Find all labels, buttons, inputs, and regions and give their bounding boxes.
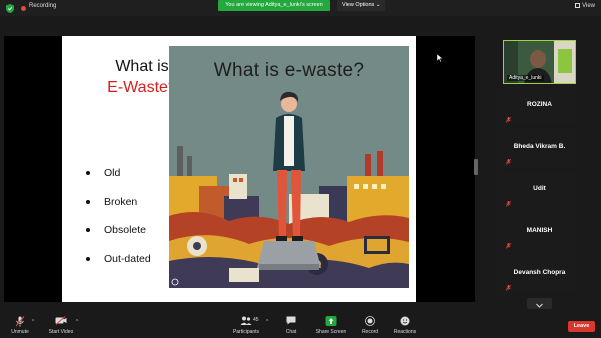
- scroll-participants-down-button[interactable]: [527, 298, 552, 309]
- start-video-button[interactable]: Start Video: [46, 313, 76, 338]
- participant-name: Devansh Chopra: [513, 269, 566, 276]
- illustration-title: What is e-waste?: [213, 60, 365, 81]
- presentation-slide: What is E-Waste? Old Broken Obsolete Out…: [62, 36, 416, 302]
- view-options-button[interactable]: View Options ⌄: [337, 0, 386, 11]
- view-label: View: [582, 3, 595, 9]
- self-video-name: Aditya_e_lunki: [507, 75, 544, 81]
- meeting-top-bar: Recording You are viewing Aditya_e_lunki…: [0, 0, 601, 16]
- share-screen-icon: [325, 316, 337, 326]
- slide-bullet-list: Old Broken Obsolete Out-dated: [84, 166, 151, 280]
- participant-tile[interactable]: ROZINA: [503, 86, 576, 126]
- video-options-caret-icon[interactable]: ^: [76, 319, 78, 325]
- mouse-pointer-icon: [437, 54, 443, 62]
- participant-tile[interactable]: Udit: [503, 170, 576, 210]
- participant-tile[interactable]: Bheda Vikram B.: [503, 128, 576, 168]
- bullet-item: Broken: [84, 195, 151, 224]
- smiley-reaction-icon: [400, 316, 410, 326]
- leave-meeting-button[interactable]: Leave: [568, 321, 595, 332]
- muted-mic-icon: [506, 159, 511, 165]
- audio-options-caret-icon[interactable]: ^: [32, 319, 34, 325]
- reactions-label: Reactions: [393, 329, 417, 335]
- slide-heading-ewaste: E-Waste: [107, 79, 168, 96]
- bullet-item: Old: [84, 166, 151, 195]
- viewing-screen-banner: You are viewing Aditya_e_lunki's screen: [218, 0, 330, 11]
- participant-name: Udit: [533, 185, 546, 192]
- bullet-item: Obsolete: [84, 223, 151, 252]
- participants-options-caret-icon[interactable]: ^: [266, 319, 268, 325]
- start-video-label: Start Video: [48, 329, 74, 335]
- participant-name: ROZINA: [527, 101, 552, 108]
- participants-icon: [240, 316, 252, 325]
- muted-mic-icon: [506, 201, 511, 207]
- participants-count: 45: [253, 317, 259, 323]
- share-screen-button[interactable]: Share Screen: [315, 313, 347, 338]
- muted-mic-icon: [506, 117, 511, 123]
- video-off-icon: [55, 316, 67, 325]
- grid-view-icon: [575, 3, 581, 8]
- meeting-toolbar: Unmute ^ Start Video ^ Participants 45 ^…: [0, 313, 601, 338]
- chat-label: Chat: [285, 329, 297, 335]
- share-screen-label: Share Screen: [315, 329, 347, 335]
- chat-bubble-icon: [286, 316, 296, 325]
- recording-label: Recording: [29, 3, 57, 9]
- recording-dot-icon: [21, 6, 26, 11]
- record-label: Record: [361, 329, 379, 335]
- chevron-down-icon: ⌄: [375, 2, 381, 8]
- participant-tile[interactable]: Devansh Chopra: [503, 254, 576, 294]
- unmute-label: Unmute: [11, 329, 29, 335]
- record-button[interactable]: Record: [359, 313, 381, 338]
- self-video-tile[interactable]: Aditya_e_lunki: [503, 40, 576, 84]
- muted-mic-icon: [506, 243, 511, 249]
- participant-name: MANISH: [526, 227, 553, 234]
- participant-tile[interactable]: MANISH: [503, 212, 576, 252]
- unmute-button[interactable]: Unmute: [8, 313, 32, 338]
- view-options-label: View Options: [342, 2, 375, 8]
- bullet-item: Out-dated: [84, 252, 151, 281]
- panel-resize-handle[interactable]: [474, 159, 478, 175]
- muted-mic-icon: [506, 285, 511, 291]
- reactions-button[interactable]: Reactions: [391, 313, 419, 338]
- record-icon: [365, 316, 375, 326]
- view-button[interactable]: View: [575, 3, 595, 9]
- muted-microphone-icon: [15, 316, 25, 327]
- chevron-down-icon: [536, 303, 543, 308]
- participants-label: Participants: [232, 329, 260, 335]
- security-shield-icon[interactable]: [6, 4, 14, 13]
- ewaste-scene-image: [169, 46, 409, 288]
- chat-button[interactable]: Chat: [280, 313, 302, 338]
- ewaste-illustration: What is e-waste?: [169, 46, 409, 288]
- participant-name: Bheda Vikram B.: [513, 143, 566, 150]
